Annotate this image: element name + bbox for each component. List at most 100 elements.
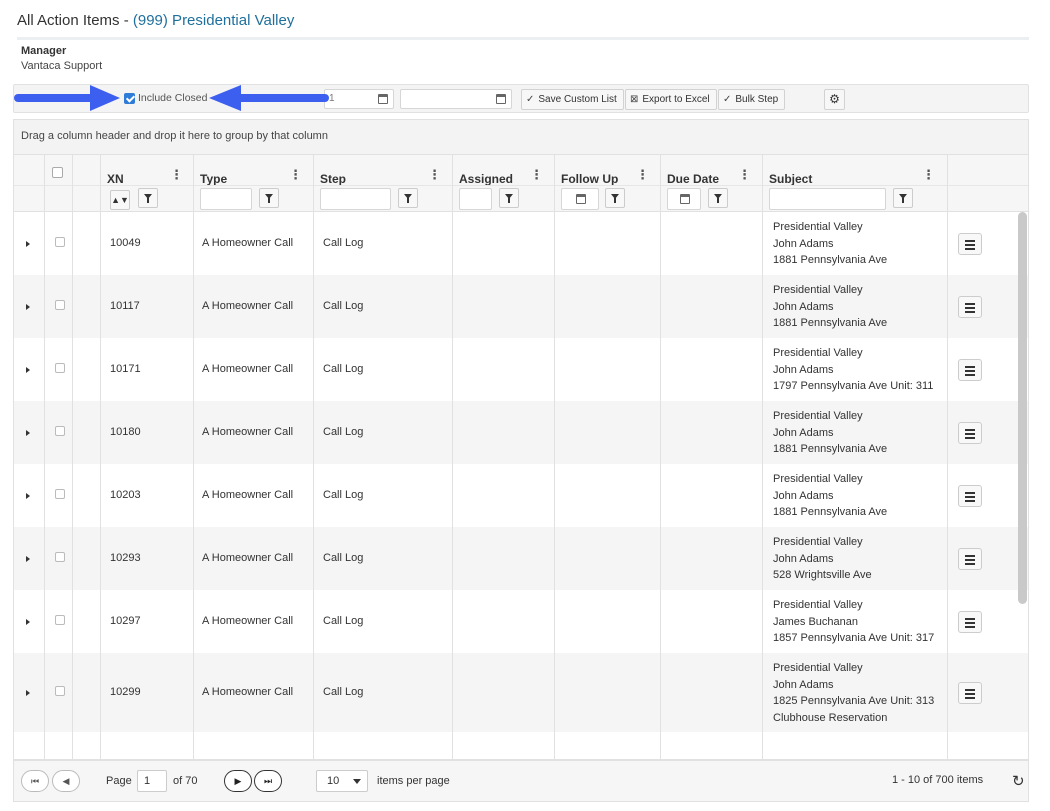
subject-line: 1881 Pennsylvania Ave	[773, 443, 888, 455]
cell-step: Call Log	[323, 237, 364, 249]
subject-line: John Adams	[773, 678, 834, 691]
association-link[interactable]: (999) Presidential Valley	[133, 12, 294, 29]
include-closed-checkbox[interactable]: Include Closed	[124, 92, 207, 104]
first-page-button[interactable]: ⏮	[21, 770, 49, 792]
filter-button-step[interactable]	[398, 188, 418, 208]
subject-line: John Adams	[773, 489, 834, 502]
row-checkbox[interactable]	[55, 426, 65, 436]
expand-row-icon[interactable]	[26, 241, 30, 247]
row-actions-button[interactable]	[958, 359, 982, 381]
save-custom-list-button[interactable]: ✓ Save Custom List	[521, 89, 624, 110]
expand-row-icon[interactable]	[26, 690, 30, 696]
settings-button[interactable]: ⚙	[824, 89, 845, 110]
row-checkbox[interactable]	[55, 615, 65, 625]
filter-button-xn[interactable]	[138, 188, 158, 208]
table-row[interactable]: 10171 A Homeowner Call Call Log Presidentia…	[14, 338, 1028, 401]
checkbox-checked-icon[interactable]	[124, 92, 135, 104]
cell-step: Call Log	[323, 489, 364, 501]
filter-icon	[144, 194, 152, 203]
row-checkbox[interactable]	[55, 237, 65, 247]
column-title-step: Step	[320, 172, 347, 186]
save-custom-list-label: Save Custom List	[538, 94, 617, 105]
row-checkbox[interactable]	[55, 300, 65, 310]
calendar-icon[interactable]	[496, 94, 506, 104]
page-number-input[interactable]: 1	[137, 770, 167, 792]
table-row[interactable]: 10299 A Homeowner Call Call Log Presidentia…	[14, 653, 1028, 732]
row-checkbox[interactable]	[55, 552, 65, 562]
date-to-input[interactable]	[400, 89, 512, 109]
row-actions-button[interactable]	[958, 422, 982, 444]
items-per-page-select[interactable]: 10	[316, 770, 368, 792]
hamburger-icon	[965, 311, 975, 313]
expand-row-icon[interactable]	[26, 430, 30, 436]
first-page-icon: ⏮	[30, 776, 40, 786]
row-actions-button[interactable]	[958, 296, 982, 318]
table-row[interactable]: 10180 A Homeowner Call Call Log Presidentia…	[14, 401, 1028, 464]
row-actions-button[interactable]	[958, 682, 982, 704]
column-divider	[193, 155, 194, 759]
cell-subject: Presidential Valley James Buchanan 1857 Pe…	[773, 597, 934, 647]
items-per-page-label: items per page	[377, 775, 450, 787]
filter-button-assigned[interactable]	[499, 188, 519, 208]
hamburger-icon	[965, 240, 975, 242]
date-from-input[interactable]: 1	[324, 89, 394, 109]
row-checkbox[interactable]	[55, 489, 65, 499]
next-page-button[interactable]: ▶	[224, 770, 252, 792]
refresh-icon[interactable]: ↻	[1012, 772, 1025, 790]
grid-scrollbar[interactable]	[1018, 212, 1027, 604]
column-menu-icon[interactable]: ⋮	[636, 167, 649, 183]
table-row[interactable]: 10293 A Homeowner Call Call Log Presidentia…	[14, 527, 1028, 590]
row-actions-button[interactable]	[958, 485, 982, 507]
row-actions-button[interactable]	[958, 233, 982, 255]
table-row[interactable]: 10203 A Homeowner Call Call Log Presidentia…	[14, 464, 1028, 527]
column-menu-icon[interactable]: ⋮	[428, 167, 441, 183]
column-menu-icon[interactable]: ⋮	[738, 167, 751, 183]
last-page-button[interactable]: ⏭	[254, 770, 282, 792]
filter-input-assigned[interactable]	[459, 188, 492, 210]
subject-line: 1881 Pennsylvania Ave	[773, 317, 888, 329]
column-title-assigned: Assigned	[459, 172, 514, 186]
filter-button-subject[interactable]	[893, 188, 913, 208]
row-actions-button[interactable]	[958, 548, 982, 570]
filter-input-subject[interactable]	[769, 188, 886, 210]
hamburger-icon	[965, 370, 975, 372]
table-row[interactable]: 10049 A Homeowner Call Call Log Presidentia…	[14, 212, 1028, 275]
bulk-step-button[interactable]: ✓ Bulk Step	[718, 89, 786, 110]
excel-icon: ⊠	[630, 94, 639, 105]
expand-row-icon[interactable]	[26, 367, 30, 373]
select-all-checkbox[interactable]	[52, 167, 63, 178]
expand-row-icon[interactable]	[26, 619, 30, 625]
expand-row-icon[interactable]	[26, 304, 30, 310]
row-checkbox[interactable]	[55, 363, 65, 373]
subject-line: Presidential Valley	[773, 284, 863, 296]
calendar-icon[interactable]	[378, 94, 388, 104]
filter-date-follow-up[interactable]	[561, 188, 599, 210]
column-menu-icon[interactable]: ⋮	[922, 167, 935, 183]
filter-date-due-date[interactable]	[667, 188, 701, 210]
filter-button-type[interactable]	[259, 188, 279, 208]
filter-input-step[interactable]	[320, 188, 391, 210]
calendar-icon[interactable]	[680, 194, 690, 204]
group-by-drop-zone[interactable]: Drag a column header and drop it here to…	[13, 119, 1029, 154]
previous-page-button[interactable]: ◀	[52, 770, 80, 792]
sort-icon[interactable]: ▲▼	[110, 190, 130, 210]
column-title-due-date: Due Date	[667, 172, 720, 186]
export-to-excel-button[interactable]: ⊠ Export to Excel	[625, 89, 717, 110]
column-menu-icon[interactable]: ⋮	[170, 167, 183, 183]
column-menu-icon[interactable]: ⋮	[530, 167, 543, 183]
table-row[interactable]: 10117 A Homeowner Call Call Log Presidentia…	[14, 275, 1028, 338]
expand-row-icon[interactable]	[26, 556, 30, 562]
column-menu-icon[interactable]: ⋮	[289, 167, 302, 183]
row-checkbox[interactable]	[55, 686, 65, 696]
row-actions-button[interactable]	[958, 611, 982, 633]
filter-button-due-date[interactable]	[708, 188, 728, 208]
expand-row-icon[interactable]	[26, 493, 30, 499]
subject-line: Presidential Valley	[773, 599, 863, 611]
table-row[interactable]: 10297 A Homeowner Call Call Log Presidentia…	[14, 590, 1028, 653]
filter-input-type[interactable]	[200, 188, 252, 210]
cell-step: Call Log	[323, 552, 364, 564]
filter-button-follow-up[interactable]	[605, 188, 625, 208]
manager-info: Manager Vantaca Support	[21, 44, 102, 74]
page-title: All Action Items - (999) Presidential Va…	[17, 12, 294, 29]
calendar-icon[interactable]	[576, 194, 586, 204]
